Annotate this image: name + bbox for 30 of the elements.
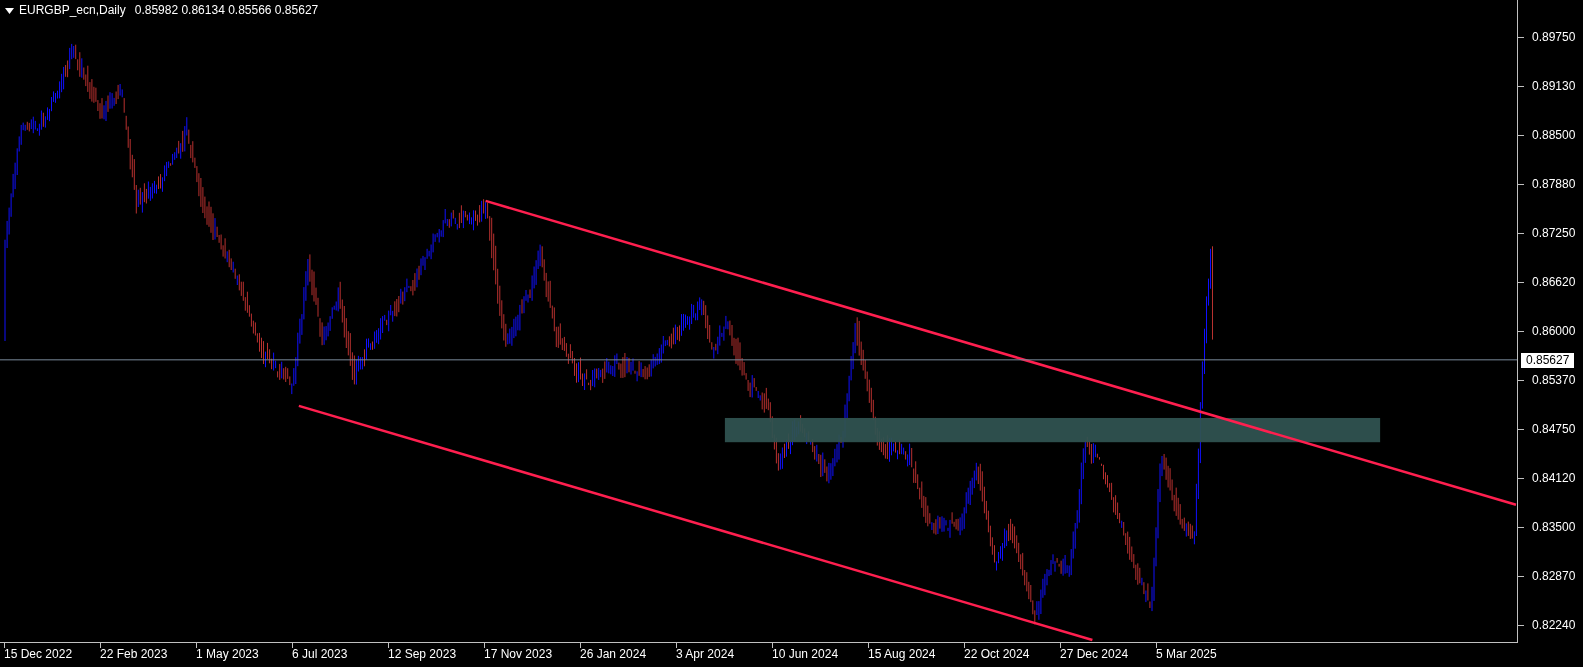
time-axis-label: 10 Jun 2024 xyxy=(772,647,839,662)
time-axis-label: 12 Sep 2023 xyxy=(388,647,457,662)
price-axis-label: 0.84120 xyxy=(1532,470,1576,486)
price-axis-label: 0.88500 xyxy=(1532,127,1576,143)
time-axis-label: 3 Apr 2024 xyxy=(676,647,735,662)
ohlc-values: 0.85982 0.86134 0.85566 0.85627 xyxy=(134,3,319,18)
price-axis-label: 0.89750 xyxy=(1532,29,1576,45)
price-axis-label: 0.84750 xyxy=(1532,421,1576,437)
time-axis-label: 5 Mar 2025 xyxy=(1156,647,1217,662)
time-axis-label: 27 Dec 2024 xyxy=(1060,647,1129,662)
time-axis-label: 26 Jan 2024 xyxy=(580,647,647,662)
price-axis-label: 0.82870 xyxy=(1532,568,1576,584)
time-axis-label: 6 Jul 2023 xyxy=(292,647,348,662)
price-axis-label: 0.89130 xyxy=(1532,78,1576,94)
time-axis-label: 22 Feb 2023 xyxy=(100,647,168,662)
symbol-title: EURGBP_ecn,Daily xyxy=(19,3,126,18)
time-axis-label: 22 Oct 2024 xyxy=(964,647,1030,662)
price-axis-label: 0.86620 xyxy=(1532,274,1576,290)
price-axis-label: 0.82240 xyxy=(1532,617,1576,633)
price-axis-label: 0.83500 xyxy=(1532,519,1576,535)
price-axis-label: 0.87880 xyxy=(1532,176,1576,192)
price-axis-label: 0.86000 xyxy=(1532,323,1576,339)
time-axis-label: 1 May 2023 xyxy=(196,647,259,662)
collapse-triangle-icon[interactable] xyxy=(5,7,14,14)
time-axis-label: 15 Dec 2022 xyxy=(4,647,73,662)
price-axis-label: 0.85370 xyxy=(1532,372,1576,388)
time-axis-label: 17 Nov 2023 xyxy=(484,647,553,662)
time-axis-label: 15 Aug 2024 xyxy=(868,647,936,662)
current-price-label: 0.85627 xyxy=(1521,352,1575,368)
price-axis-label: 0.87250 xyxy=(1532,225,1576,241)
